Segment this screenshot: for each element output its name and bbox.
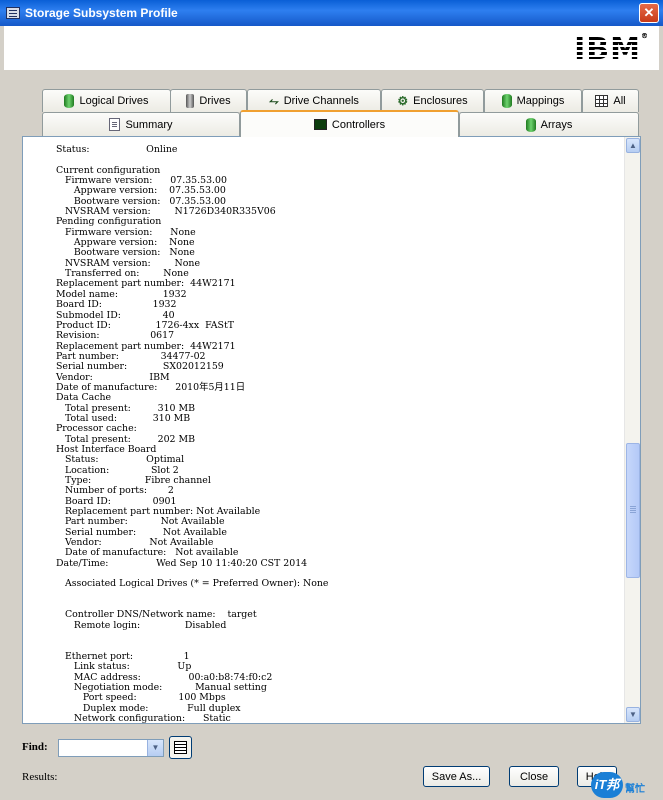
profile-panel: Status: Online Current configuration Fir… [22, 136, 641, 724]
drive-channel-icon: ⥊ [269, 93, 279, 108]
app-window-icon [6, 7, 20, 19]
tab-drive-channels[interactable]: ⥊ Drive Channels [247, 89, 381, 112]
tab-mappings[interactable]: Mappings [484, 89, 582, 112]
tab-label: Arrays [540, 118, 573, 131]
mapping-icon [501, 94, 512, 108]
logical-drive-icon [64, 94, 75, 108]
tab-label: Enclosures [413, 95, 468, 107]
site-watermark: iT邦 幫忙 [591, 768, 663, 800]
scroll-thumb[interactable] [626, 443, 640, 578]
profile-text-area[interactable]: Status: Online Current configuration Fir… [23, 137, 625, 723]
chevron-down-icon[interactable]: ▼ [147, 740, 163, 756]
tab-label: All [613, 95, 626, 107]
tab-label: Summary [125, 118, 173, 131]
tab-label: Drive Channels [283, 95, 359, 107]
tab-label: Mappings [516, 95, 565, 107]
scroll-up-button[interactable]: ▲ [626, 138, 640, 153]
find-combo[interactable]: ▼ [58, 739, 164, 757]
find-button[interactable] [169, 736, 192, 759]
title-bar: Storage Subsystem Profile ✕ [0, 0, 663, 26]
tab-label: Drives [199, 95, 231, 107]
find-input[interactable] [59, 740, 145, 756]
window-title: Storage Subsystem Profile [25, 6, 178, 20]
scroll-down-button[interactable]: ▼ [626, 707, 640, 722]
find-label: Find: [22, 741, 48, 753]
tab-logical-drives[interactable]: Logical Drives [42, 89, 171, 112]
controller-icon [313, 119, 327, 130]
tab-enclosures[interactable]: ⚙ Enclosures [381, 89, 484, 112]
tab-arrays[interactable]: Arrays [459, 112, 639, 136]
grid-icon [595, 95, 609, 107]
profile-text: Status: Online Current configuration Fir… [56, 144, 329, 723]
tab-summary[interactable]: Summary [42, 112, 240, 136]
tab-controllers[interactable]: Controllers [240, 110, 459, 137]
window-close-button[interactable]: ✕ [639, 3, 659, 23]
ibm-logo: IBM® [574, 32, 649, 67]
results-label: Results: [22, 771, 58, 783]
arrays-icon [525, 117, 536, 132]
drive-icon [186, 94, 195, 108]
summary-doc-icon [109, 118, 121, 131]
tab-label: Logical Drives [79, 95, 149, 107]
logo-band: IBM® [4, 26, 659, 70]
watermark-badge: iT邦 [591, 772, 623, 798]
close-button[interactable]: Close [509, 766, 559, 787]
tab-label: Controllers [331, 118, 386, 131]
watermark-text: 幫忙 [625, 784, 645, 795]
tab-all[interactable]: All [582, 89, 639, 112]
find-binoculars-icon [174, 741, 187, 754]
tab-drives[interactable]: Drives [170, 89, 247, 112]
grip-icon [630, 506, 636, 507]
vertical-scrollbar[interactable]: ▲ ▼ [624, 137, 640, 723]
enclosure-icon: ⚙ [397, 94, 409, 108]
save-as-button[interactable]: Save As... [423, 766, 490, 787]
